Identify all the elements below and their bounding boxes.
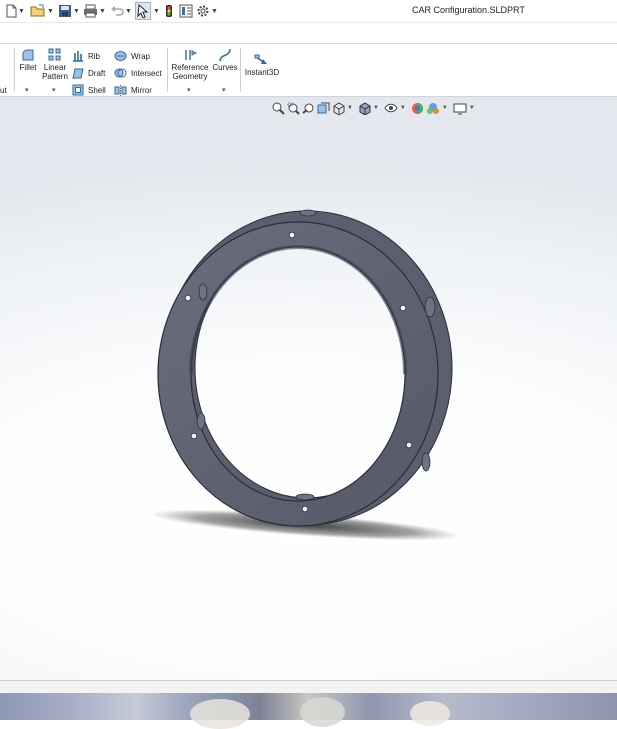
print-icon [84,4,97,18]
linear-pattern-button[interactable]: Linear Pattern [41,48,69,81]
intersect-label: Intersect [131,68,162,78]
background-desktop-strip [0,693,617,729]
options-button[interactable]: ▼ [196,2,218,20]
shell-label: Shell [88,85,106,95]
select-dropdown[interactable]: ▼ [152,2,160,20]
fillet-icon [22,49,34,61]
shell-icon [72,84,84,96]
title-strip [0,23,617,44]
quick-access-toolbar: ▼ ▼ ▼ ▼ ▼ ▼ ▼ CAR Configuration.SLDPRT [0,0,617,23]
rebuild-button[interactable] [163,2,175,20]
open-folder-icon [30,4,45,17]
rib-label: Rib [88,51,101,61]
print-button[interactable]: ▼ [83,2,106,20]
instant3d-label: Instant3D [244,68,280,77]
wrap-button[interactable]: Wrap [114,49,150,63]
curves-icon [219,48,231,62]
background-blob [190,699,250,729]
new-document-button[interactable]: ▼ [5,2,25,20]
intersect-button[interactable]: Intersect [114,66,162,80]
separator [240,48,241,92]
open-button[interactable]: ▼ [30,2,54,20]
wrap-icon [114,51,127,61]
chevron-down-icon[interactable]: ▾ [25,86,29,94]
status-bar [0,680,617,694]
reference-geometry-label-2: Geometry [172,72,208,81]
rib-button[interactable]: Rib [72,49,100,63]
window-title: CAR Configuration.SLDPRT [412,5,525,15]
reference-geometry-icon [185,50,197,60]
select-button[interactable] [135,2,151,20]
select-pointer-icon [137,4,149,18]
chevron-down-icon[interactable]: ▾ [222,86,226,94]
wrap-label: Wrap [131,51,150,61]
background-blob [300,697,345,727]
intersect-icon [114,68,127,78]
cut-group-label: ut [0,86,7,95]
undo-icon [111,6,124,16]
shell-button[interactable]: Shell [72,83,106,97]
fillet-label: Fillet [19,63,37,72]
save-button[interactable]: ▼ [58,2,80,20]
separator [167,48,168,92]
fillet-button[interactable]: Fillet [18,48,38,72]
draft-button[interactable]: Draft [72,66,105,80]
mirror-label: Mirror [131,85,152,95]
mirror-button[interactable]: Mirror [114,83,152,97]
new-document-icon [6,4,17,18]
chevron-down-icon[interactable]: ▼ [18,8,25,15]
curves-label: Curves [212,63,238,72]
mirror-icon [114,85,127,96]
features-ribbon: ut Fillet ▾ Linear Pattern ▾ Rib Draft S… [0,44,617,97]
chevron-down-icon[interactable]: ▼ [73,8,80,15]
options-gear-icon [197,5,209,17]
undo-button[interactable]: ▼ [110,2,132,20]
save-icon [59,5,71,17]
instant3d-button[interactable]: Instant3D [244,54,280,77]
graphics-area[interactable]: ▼ ▼ ▼ ▼ ▼ [0,97,617,680]
instant3d-icon [254,54,267,64]
ring-part-model[interactable] [0,97,617,680]
draft-icon [72,68,84,79]
chevron-down-icon[interactable]: ▼ [99,8,106,15]
ring-body[interactable] [157,210,453,527]
rib-icon [73,51,83,62]
chevron-down-icon[interactable]: ▼ [47,8,54,15]
reference-geometry-label-1: Reference [171,63,209,72]
background-blob [410,701,450,726]
chevron-down-icon[interactable]: ▼ [125,8,132,15]
reference-geometry-button[interactable]: Reference Geometry [171,48,209,81]
linear-pattern-icon [48,48,61,61]
chevron-down-icon[interactable]: ▼ [211,8,218,15]
linear-pattern-label-2: Pattern [42,72,68,81]
rebuild-icon [166,5,172,17]
linear-pattern-label-1: Linear [43,63,67,72]
separator [14,48,15,92]
curves-button[interactable]: Curves [212,48,238,72]
chevron-down-icon[interactable]: ▾ [187,86,191,94]
chevron-down-icon: ▼ [153,7,160,15]
file-properties-button[interactable] [179,2,193,20]
chevron-down-icon[interactable]: ▾ [52,86,56,94]
file-properties-icon [179,4,193,18]
draft-label: Draft [88,68,106,78]
